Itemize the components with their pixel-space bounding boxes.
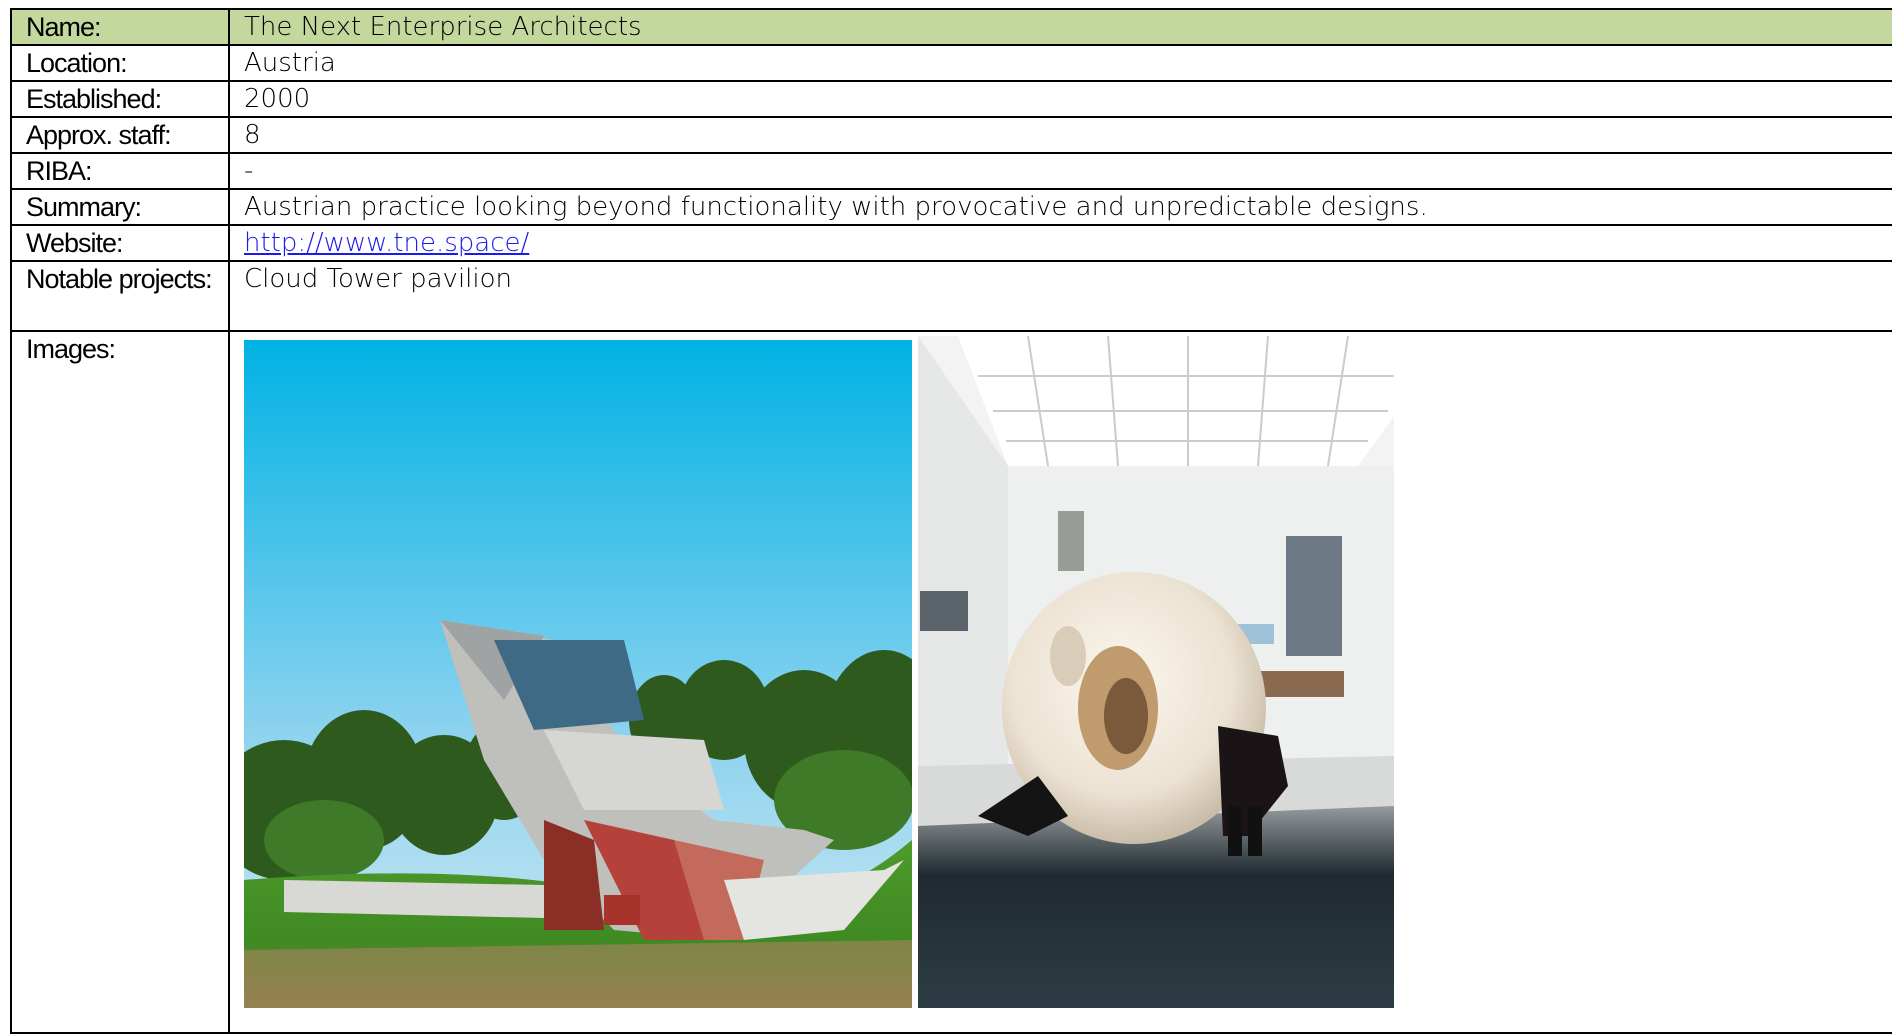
images-gallery bbox=[244, 333, 1892, 1031]
location-label: Location: bbox=[10, 44, 230, 82]
riba-value: - bbox=[228, 152, 1892, 190]
images-cell bbox=[228, 330, 1892, 1034]
established-value: 2000 bbox=[228, 80, 1892, 118]
practice-profile-table: Name: The Next Enterprise Architects Loc… bbox=[10, 8, 1892, 1034]
established-label: Established: bbox=[10, 80, 230, 118]
sculpture-photo-drawing bbox=[918, 336, 1394, 1008]
notable-projects-label: Notable projects: bbox=[10, 260, 230, 332]
notable-projects-value: Cloud Tower pavilion bbox=[228, 260, 1892, 332]
row-location: Location: Austria bbox=[10, 44, 1892, 82]
summary-label: Summary: bbox=[10, 188, 230, 226]
row-staff: Approx. staff: 8 bbox=[10, 116, 1892, 154]
sculpture-photo bbox=[918, 336, 1394, 1008]
website-label: Website: bbox=[10, 224, 230, 262]
name-value: The Next Enterprise Architects bbox=[228, 8, 1892, 46]
staff-label: Approx. staff: bbox=[10, 116, 230, 154]
riba-label: RIBA: bbox=[10, 152, 230, 190]
row-notable-projects: Notable projects: Cloud Tower pavilion bbox=[10, 260, 1892, 332]
row-established: Established: 2000 bbox=[10, 80, 1892, 118]
row-name: Name: The Next Enterprise Architects bbox=[10, 8, 1892, 46]
pavilion-photo bbox=[244, 340, 912, 1008]
row-summary: Summary: Austrian practice looking beyon… bbox=[10, 188, 1892, 226]
practice-profile-sheet: Name: The Next Enterprise Architects Loc… bbox=[0, 0, 1892, 1034]
location-value: Austria bbox=[228, 44, 1892, 82]
images-label: Images: bbox=[10, 330, 230, 1034]
summary-value: Austrian practice looking beyond functio… bbox=[228, 188, 1892, 226]
row-riba: RIBA: - bbox=[10, 152, 1892, 190]
website-cell: http://www.tne.space/ bbox=[228, 224, 1892, 262]
pavilion-photo-drawing bbox=[244, 340, 912, 1008]
website-link[interactable]: http://www.tne.space/ bbox=[244, 228, 529, 258]
name-label: Name: bbox=[10, 8, 230, 46]
row-website: Website: http://www.tne.space/ bbox=[10, 224, 1892, 262]
row-images: Images: bbox=[10, 330, 1892, 1034]
staff-value: 8 bbox=[228, 116, 1892, 154]
